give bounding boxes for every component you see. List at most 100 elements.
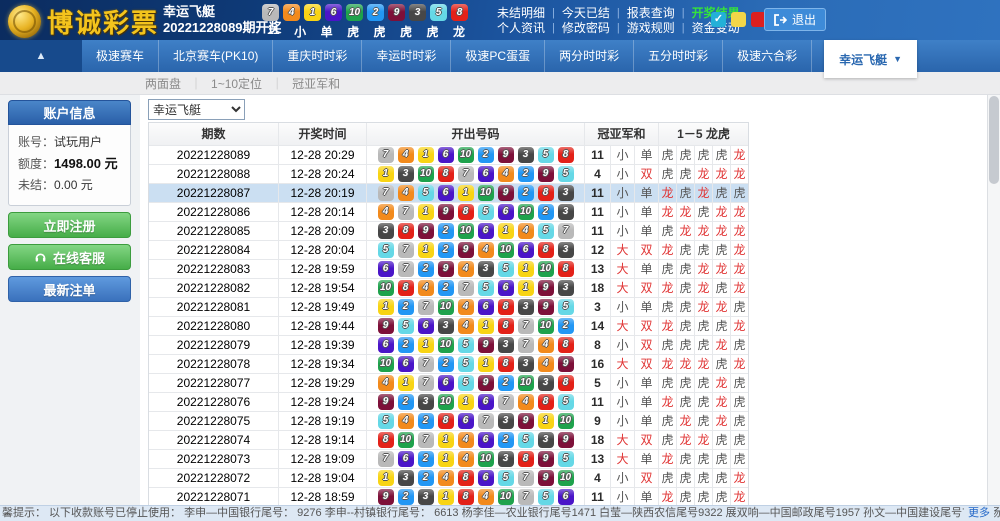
period-cell: 20221228079	[149, 336, 278, 354]
result-row: 2022122808712-28 20:197456110928311小单龙虎龙…	[149, 183, 748, 202]
ball-9: 9	[538, 451, 554, 467]
ball-6: 6	[478, 394, 494, 410]
column-header: 开奖时间	[278, 123, 366, 145]
ball-8: 8	[498, 318, 514, 334]
menu-item[interactable]: 游戏规则	[627, 21, 675, 36]
ball-9: 9	[538, 299, 554, 315]
menu-separator: |	[552, 6, 555, 21]
size-cell: 小	[610, 336, 634, 354]
column-header: 期数	[149, 123, 278, 145]
ball-1: 1	[438, 451, 454, 467]
more-link[interactable]: 更多	[964, 506, 994, 521]
ball-10: 10	[458, 147, 474, 163]
ball-6: 6	[378, 261, 394, 277]
ball-4: 4	[378, 375, 394, 391]
tab-两分时时彩[interactable]: 两分时时彩	[545, 40, 634, 72]
ball-1: 1	[458, 185, 474, 201]
ball-1: 1	[418, 204, 434, 220]
ball-7: 7	[458, 166, 474, 182]
game-select[interactable]: 幸运飞艇	[148, 99, 245, 120]
ball-9: 9	[518, 413, 534, 429]
tab-五分时时彩[interactable]: 五分时时彩	[634, 40, 723, 72]
ball-6: 6	[498, 280, 514, 296]
balls-cell: 74161029358	[366, 146, 584, 164]
parity-cell: 双	[634, 279, 658, 297]
latest-orders-button[interactable]: 最新注单	[8, 276, 131, 302]
ball-10: 10	[438, 337, 454, 353]
main-panel: 幸运飞艇 期数开奖时间开出号码冠亚军和1－5 龙虎 2022122808912-…	[140, 95, 987, 505]
dragon-tiger-cell: 龙	[712, 298, 730, 316]
dragon-tiger-cell: 龙	[658, 355, 676, 373]
latest-summary-item: 小	[294, 23, 306, 40]
ball-2: 2	[518, 185, 534, 201]
register-button[interactable]: 立即注册	[8, 212, 131, 238]
menu-item[interactable]: 未结明细	[497, 6, 545, 21]
app-window: 博诚彩票 幸运飞艇 20221228089期开奖 74161029358 11小…	[0, 0, 1000, 521]
dragon-tiger-cell: 虎	[658, 431, 676, 449]
ball-4: 4	[538, 337, 554, 353]
balls-cell: 92318410756	[366, 488, 584, 505]
sum-cell: 11	[584, 393, 610, 411]
ball-8: 8	[538, 394, 554, 410]
tab-幸运时时彩[interactable]: 幸运时时彩	[362, 40, 451, 72]
dragon-tiger-cell: 虎	[676, 317, 694, 335]
latest-summary-item: 虎	[374, 23, 386, 40]
parity-cell: 单	[634, 203, 658, 221]
dragon-tiger-cell: 虎	[694, 469, 712, 487]
dragon-tiger-cell: 龙	[712, 412, 730, 430]
balls-cell: 13108764295	[366, 165, 584, 183]
tab-北京赛车(PK10)[interactable]: 北京赛车(PK10)	[159, 40, 273, 72]
tab-极速六合彩[interactable]: 极速六合彩	[723, 40, 812, 72]
balls-cell: 54286739110	[366, 412, 584, 430]
ball-4: 4	[283, 4, 300, 21]
logout-button[interactable]: 退出	[764, 8, 826, 31]
ball-9: 9	[498, 147, 514, 163]
ball-10: 10	[518, 204, 534, 220]
ball-8: 8	[398, 280, 414, 296]
ball-7: 7	[398, 204, 414, 220]
menu-item[interactable]: 报表查询	[627, 6, 675, 21]
footer-notice: 馨提示： 以下收款账号已停止使用： 李申—中国银行尾号： 9276 李申--村镇…	[2, 507, 1000, 519]
menu-item[interactable]: 修改密码	[562, 21, 610, 36]
dragon-tiger-cell: 龙	[730, 241, 748, 259]
size-cell: 小	[610, 469, 634, 487]
ball-8: 8	[438, 413, 454, 429]
sum-cell: 16	[584, 355, 610, 373]
ball-2: 2	[438, 242, 454, 258]
footer-marquee: 馨提示： 以下收款账号已停止使用： 李申—中国银行尾号： 9276 李申--村镇…	[0, 505, 1000, 521]
ball-9: 9	[478, 375, 494, 391]
ball-10: 10	[378, 356, 394, 372]
tab-幸运飞艇[interactable]: 幸运飞艇▼	[824, 40, 917, 78]
theme-yellow-icon[interactable]	[731, 12, 746, 27]
ball-7: 7	[558, 223, 574, 239]
theme-check-icon[interactable]: ✓	[711, 12, 726, 27]
tab-重庆时时彩[interactable]: 重庆时时彩	[273, 40, 362, 72]
dragon-tiger-cell: 虎	[730, 431, 748, 449]
result-row: 2022122808012-28 19:449563418710214大双龙虎虎…	[149, 316, 748, 335]
ball-4: 4	[478, 489, 494, 505]
result-row: 2022122807312-28 19:097621410389513大单龙虎虎…	[149, 449, 748, 468]
menu-item[interactable]: 个人资讯	[497, 21, 545, 36]
ball-2: 2	[398, 299, 414, 315]
result-row: 2022122808812-28 20:24131087642954小双虎虎龙龙…	[149, 164, 748, 183]
dragon-tiger-cell: 龙	[730, 146, 748, 164]
dragon-tiger-cell: 龙	[658, 184, 676, 202]
ball-2: 2	[538, 204, 554, 220]
vertical-scrollbar[interactable]	[987, 95, 1000, 505]
ball-6: 6	[398, 356, 414, 372]
ball-9: 9	[478, 337, 494, 353]
menu-item[interactable]: 今天已结	[562, 6, 610, 21]
period-cell: 20221228075	[149, 412, 278, 430]
tab-极速PC蛋蛋[interactable]: 极速PC蛋蛋	[451, 40, 545, 72]
balls-cell: 12710468395	[366, 298, 584, 316]
scrollbar-thumb[interactable]	[989, 96, 999, 184]
ball-2: 2	[418, 451, 434, 467]
online-service-button[interactable]: 在线客服	[8, 244, 131, 270]
collapse-tabs-button[interactable]: ▲	[0, 40, 82, 72]
account-info-row: 额度：1498.00 元	[18, 153, 121, 175]
time-cell: 12-28 19:39	[278, 336, 366, 354]
ball-4: 4	[398, 147, 414, 163]
tab-极速赛车[interactable]: 极速赛车	[82, 40, 159, 72]
ball-1: 1	[518, 280, 534, 296]
result-row: 2022122807712-28 19:29417659210385小单虎虎虎龙…	[149, 373, 748, 392]
